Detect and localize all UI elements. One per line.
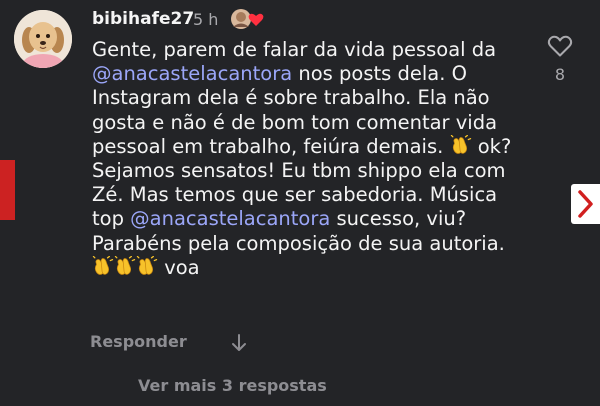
previous-overlay-edge[interactable]: [0, 160, 15, 220]
next-button[interactable]: [571, 184, 600, 224]
user-avatar[interactable]: [14, 10, 72, 68]
clapping-hands-emoji: [136, 256, 158, 276]
comment-text-part: Gente, parem de falar da vida pessoal da: [92, 38, 497, 61]
clapping-hands-emoji: [92, 256, 114, 276]
comment-username[interactable]: bibihafe27: [92, 9, 194, 29]
view-more-replies-button[interactable]: Ver mais 3 respostas: [138, 376, 327, 395]
like-count: 8: [554, 65, 566, 84]
mention-link[interactable]: @anacastelacantora: [130, 207, 330, 230]
comment-text: Gente, parem de falar da vida pessoal da…: [92, 38, 532, 280]
chevron-right-icon: [571, 190, 600, 228]
comment-timestamp: 5 h: [193, 10, 219, 29]
heart-outline-icon[interactable]: [544, 34, 576, 58]
clapping-hands-emoji: [114, 256, 136, 276]
arrow-down-icon[interactable]: [230, 333, 248, 357]
mention-link[interactable]: @anacastelacantora: [92, 62, 292, 85]
comment-text-part: voa: [158, 255, 200, 279]
author-avatar-heart-icon: [228, 6, 266, 32]
like-section: 8: [544, 34, 576, 84]
clapping-hands-emoji: [450, 135, 472, 155]
reply-button[interactable]: Responder: [90, 332, 187, 351]
